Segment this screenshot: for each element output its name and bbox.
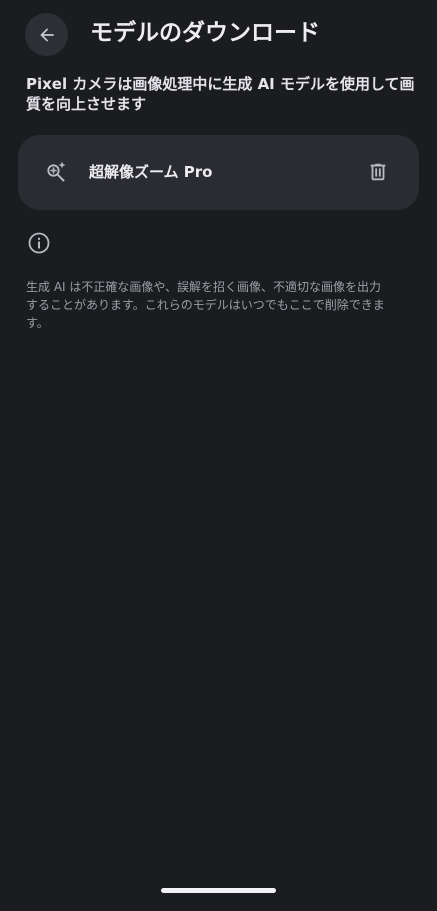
model-name: 超解像ズーム Pro — [89, 163, 213, 181]
page-description: Pixel カメラは画像処理中に生成 AI モデルを使用して画質を向上させます — [26, 75, 415, 113]
arrow-back-icon — [39, 27, 54, 42]
page-title: モデルのダウンロード — [90, 20, 320, 46]
info-icon — [28, 232, 50, 254]
trash-icon — [370, 163, 386, 181]
delete-model-button[interactable] — [361, 155, 395, 189]
zoom-sparkle-icon — [47, 161, 66, 182]
back-button[interactable] — [25, 13, 68, 56]
model-card-super-res-zoom[interactable]: 超解像ズーム Pro — [18, 135, 419, 210]
disclaimer-text: 生成 AI は不正確な画像や、誤解を招く画像、不適切な画像を出力することがありま… — [26, 280, 385, 330]
home-indicator[interactable] — [161, 888, 276, 893]
